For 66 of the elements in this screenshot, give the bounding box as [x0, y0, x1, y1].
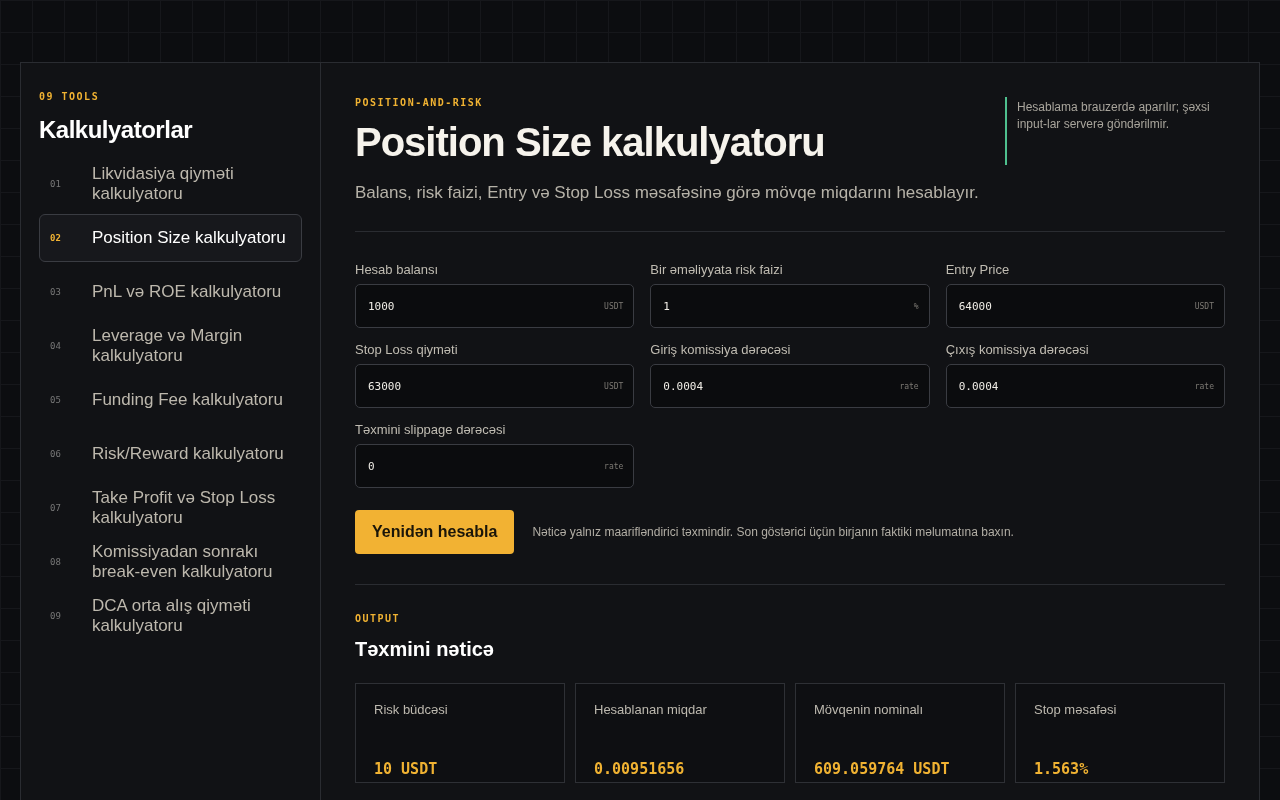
field-label: Tәxmini slippage dәrәcәsi [355, 422, 507, 437]
input-field[interactable]: 0.0004 rate [945, 364, 1225, 408]
input-field[interactable]: 63000 USDT [355, 364, 635, 408]
item-number: 08 [50, 557, 62, 567]
item-number: 01 [50, 179, 62, 189]
field-label: Bir әmәliyyata risk faizi [650, 262, 784, 277]
sidebar-item[interactable]: 04 Leverage vә Margin kalkulyatoru [39, 322, 302, 370]
field-label: Giriş komissiya dәrәcәsi [650, 342, 792, 357]
sidebar-eyebrow: 09 TOOLS [39, 91, 101, 102]
result-label: Stop mәsafәsi [1034, 702, 1118, 717]
sidebar-item[interactable]: 05 Funding Fee kalkulyatoru [39, 376, 302, 424]
item-number: 03 [50, 287, 62, 297]
input-field[interactable]: 1 % [650, 284, 930, 328]
item-label: Komissiyadan sonrakı break-even kalkulyatoru [92, 542, 274, 582]
field-label: Çıxış komissiya dәrәcәsi [945, 342, 1090, 357]
item-number: 07 [50, 503, 62, 513]
item-label: Take Profit vә Stop Loss kalkulyatoru [92, 488, 277, 528]
unit-label: rate [604, 461, 624, 471]
input-field[interactable]: 64000 USDT [945, 284, 1225, 328]
page-subtitle: Balans, risk faizi, Entry vә Stop Loss mәsafәsinә görә mövqe miqdarını hesablayır. [355, 183, 980, 203]
output-title: Tәxmini nәticә [355, 638, 495, 661]
item-number: 06 [50, 449, 62, 459]
unit-label: USDT [604, 381, 624, 391]
input-field[interactable]: 0.0004 rate [650, 364, 930, 408]
result-label: Mövqenin nominalı [814, 702, 925, 717]
item-label: PnL vә ROE kalkulyatoru [92, 282, 282, 302]
output-eyebrow: OUTPUT [355, 613, 402, 624]
result-label: Hesablanan miqdar [594, 702, 708, 717]
item-label: Funding Fee kalkulyatoru [92, 390, 283, 410]
result-value: 10 USDT [374, 760, 439, 780]
input-field[interactable]: 1000 USDT [355, 284, 635, 328]
input-field[interactable]: 0 rate [355, 444, 635, 488]
item-label: DCA orta alış qiymәti kalkulyatoru [92, 596, 252, 636]
unit-label: rate [899, 381, 919, 391]
privacy-note: Hesablama brauzerdә aparılır; şәxsi input-lar serverә göndәrilmir. [1005, 97, 1225, 165]
unit-label: % [913, 301, 919, 311]
sidebar-item[interactable]: 03 PnL vә ROE kalkulyatoru [39, 268, 302, 316]
result-label: Risk büdcәsi [374, 702, 449, 717]
sidebar-item[interactable]: 01 Likvidasiya qiymәti kalkulyatoru [39, 160, 302, 208]
page-title: Position Size kalkulyatoru [355, 120, 825, 165]
recalculate-button[interactable]: Yenidәn hesabla [355, 510, 515, 554]
result-value: 1.563% [1034, 760, 1090, 780]
unit-label: USDT [1194, 301, 1214, 311]
sidebar-item[interactable]: 08 Komissiyadan sonrakı break-even kalkulyatoru [39, 538, 302, 586]
item-label: Likvidasiya qiymәti kalkulyatoru [92, 164, 235, 204]
sidebar-item[interactable]: 02 Position Size kalkulyatoru [39, 214, 302, 262]
result-value: 0.00951656 [594, 760, 686, 780]
field-label: Entry Price [945, 262, 1011, 277]
item-number: 05 [50, 395, 62, 405]
item-label: Position Size kalkulyatoru [92, 228, 286, 248]
item-number: 04 [50, 341, 62, 351]
unit-label: USDT [604, 301, 624, 311]
result-value: 609.059764 USDT [814, 760, 951, 780]
field-label: Stop Loss qiymәti [355, 342, 459, 357]
sidebar-item[interactable]: 07 Take Profit vә Stop Loss kalkulyatoru [39, 484, 302, 532]
item-label: Leverage vә Margin kalkulyatoru [92, 326, 244, 366]
sidebar-title: Kalkulyatorlar [39, 116, 194, 144]
sidebar-item[interactable]: 09 DCA orta alış qiymәti kalkulyatoru [39, 592, 302, 640]
item-number: 02 [50, 233, 62, 243]
item-label: Risk/Reward kalkulyatoru [92, 444, 284, 464]
field-label: Hesab balansı [355, 262, 440, 277]
disclaimer-text: Nәticә yalnız maariflәndirici tәxmindir. Son göstәrici üçün birjanın faktiki mәlumatına baxın. [532, 525, 1014, 539]
unit-label: rate [1194, 381, 1214, 391]
page-eyebrow: POSITION-AND-RISK [355, 97, 484, 108]
item-number: 09 [50, 611, 62, 621]
sidebar-item[interactable]: 06 Risk/Reward kalkulyatoru [39, 430, 302, 478]
